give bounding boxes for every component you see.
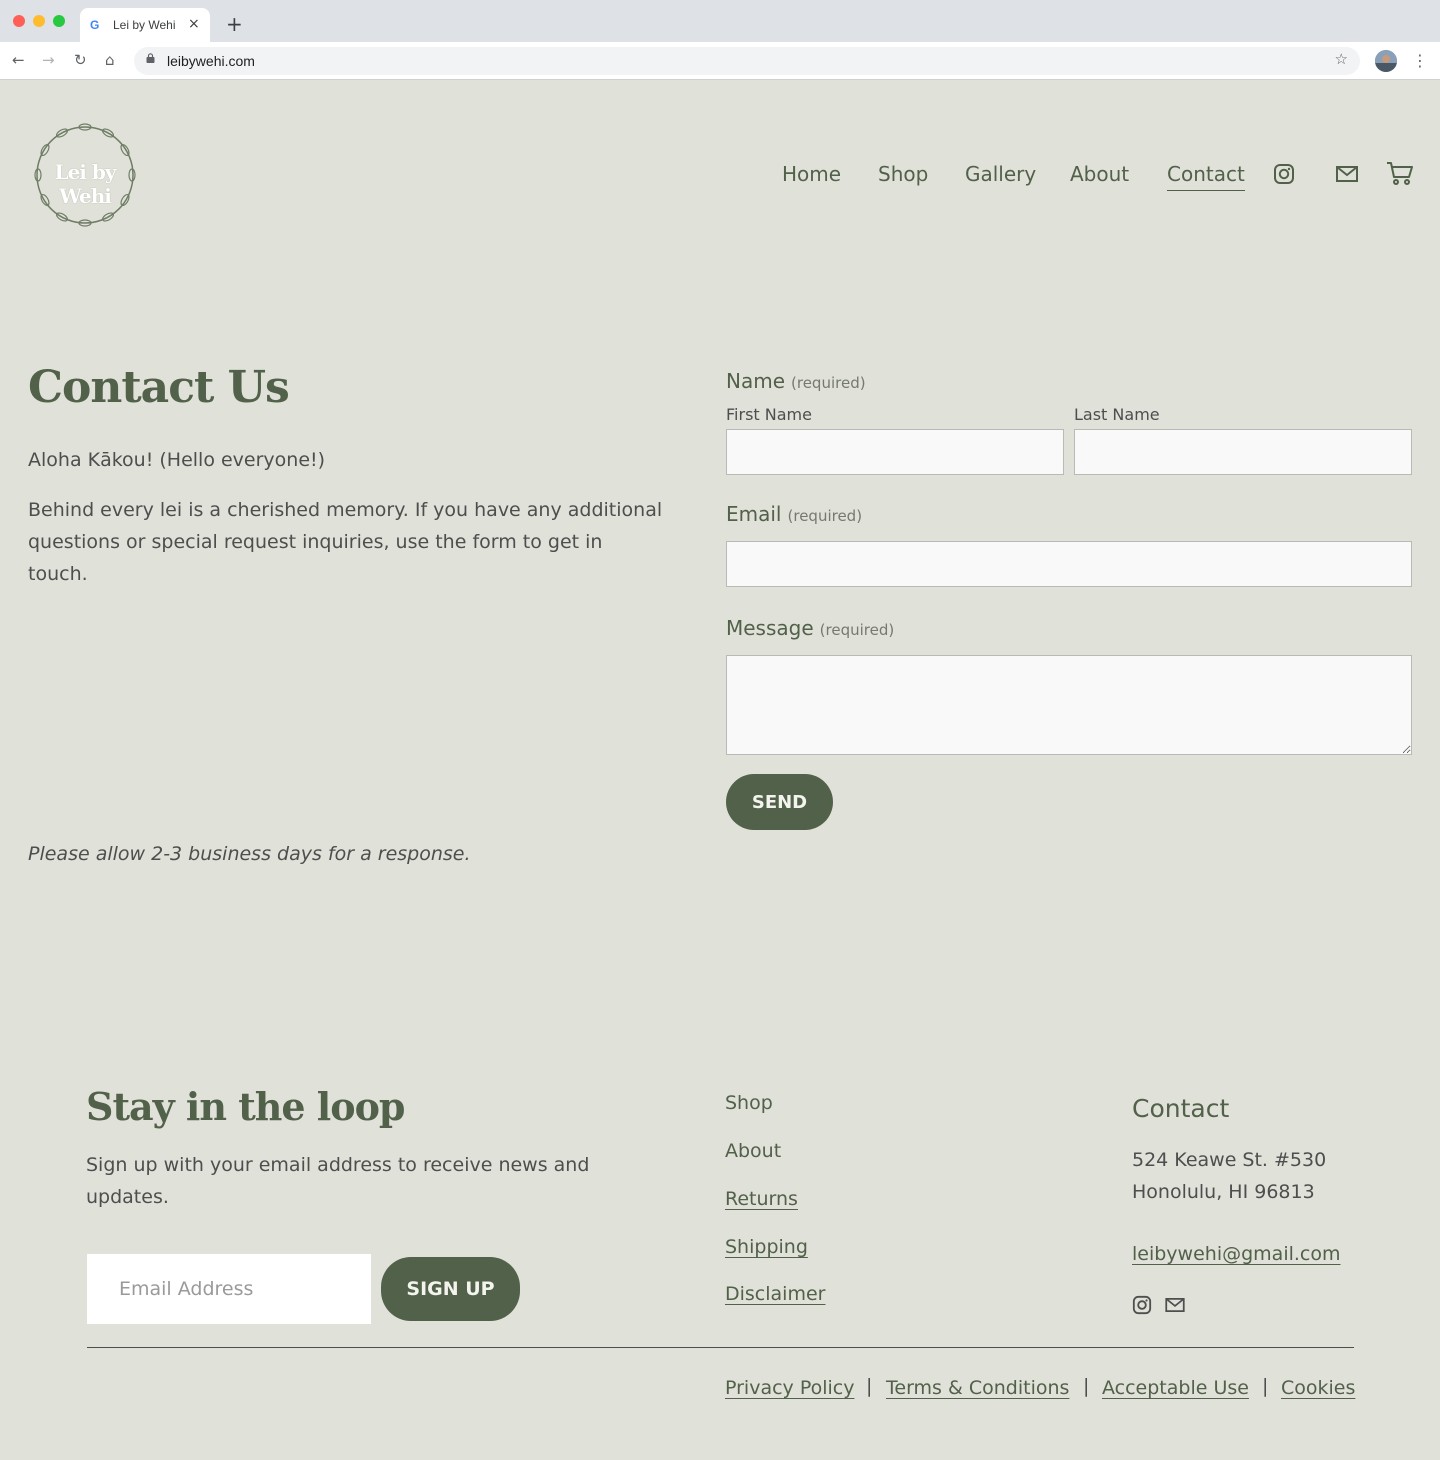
maximize-window-button[interactable] xyxy=(53,15,65,27)
newsletter-text: Sign up with your email address to recei… xyxy=(86,1154,590,1208)
footer-link-returns[interactable]: Returns xyxy=(725,1188,798,1210)
logo-text[interactable]: Lei by Wehi xyxy=(28,160,142,208)
google-favicon-icon: G xyxy=(90,18,100,32)
signup-button[interactable]: SIGN UP xyxy=(381,1257,520,1321)
last-name-field[interactable] xyxy=(1074,429,1412,475)
new-tab-button[interactable]: + xyxy=(226,12,243,36)
email-label-text: Email xyxy=(726,502,782,526)
footer-divider xyxy=(87,1347,1354,1348)
address-line-1: 524 Keawe St. #530 xyxy=(1132,1149,1327,1171)
name-label: Name (required) xyxy=(726,369,866,393)
response-note: Please allow 2-3 business days for a res… xyxy=(28,843,471,865)
nav-gallery[interactable]: Gallery xyxy=(965,162,1036,186)
reload-icon[interactable]: ↻ xyxy=(74,51,87,69)
legal-separator: | xyxy=(1083,1375,1090,1397)
required-tag: (required) xyxy=(791,374,866,392)
lock-icon xyxy=(146,53,155,63)
footer-link-shop[interactable]: Shop xyxy=(725,1092,773,1114)
address-line-2: Honolulu, HI 96813 xyxy=(1132,1181,1315,1203)
footer-link-disclaimer[interactable]: Disclaimer xyxy=(725,1283,825,1305)
tab-title: Lei by Wehi xyxy=(113,18,176,32)
footer-mail-icon[interactable] xyxy=(1165,1298,1185,1312)
forward-icon[interactable]: → xyxy=(42,51,55,69)
footer-link-shipping[interactable]: Shipping xyxy=(725,1236,808,1258)
tab-close-icon[interactable]: × xyxy=(188,16,200,32)
message-label: Message (required) xyxy=(726,616,894,640)
footer-link-about[interactable]: About xyxy=(725,1140,781,1162)
greeting-text: Aloha Kākou! (Hello everyone!) xyxy=(28,449,326,471)
browser-menu-icon[interactable]: ⋮ xyxy=(1412,51,1428,70)
email-label: Email (required) xyxy=(726,502,862,526)
bookmark-star-icon[interactable]: ☆ xyxy=(1335,50,1348,68)
nav-home[interactable]: Home xyxy=(782,162,841,186)
privacy-policy-link[interactable]: Privacy Policy xyxy=(725,1377,854,1399)
close-window-button[interactable] xyxy=(13,15,25,27)
name-label-text: Name xyxy=(726,369,786,393)
back-icon[interactable]: ← xyxy=(12,51,25,69)
send-button[interactable]: SEND xyxy=(726,774,833,830)
message-field[interactable] xyxy=(726,655,1412,755)
minimize-window-button[interactable] xyxy=(33,15,45,27)
url-text: leibywehi.com xyxy=(167,53,255,69)
address-bar[interactable]: leibywehi.com ☆ xyxy=(134,47,1360,75)
page-title: Contact Us xyxy=(28,362,290,413)
nav-shop[interactable]: Shop xyxy=(878,162,928,186)
browser-toolbar: ← → ↻ ⌂ leibywehi.com ☆ xyxy=(0,42,1440,80)
mail-icon[interactable] xyxy=(1336,166,1358,182)
browser-tab[interactable]: G Lei by Wehi × xyxy=(80,8,210,42)
nav-about[interactable]: About xyxy=(1070,162,1129,186)
instagram-icon[interactable] xyxy=(1273,163,1295,185)
footer-contact-title: Contact xyxy=(1132,1094,1230,1123)
terms-link[interactable]: Terms & Conditions xyxy=(886,1377,1069,1399)
newsletter-email-input[interactable] xyxy=(87,1254,371,1324)
message-label-text: Message xyxy=(726,616,814,640)
description-text: Behind every lei is a cherished memory. … xyxy=(28,499,663,585)
footer-instagram-icon[interactable] xyxy=(1132,1295,1152,1315)
cart-icon[interactable] xyxy=(1386,161,1414,187)
legal-separator: | xyxy=(1262,1375,1269,1397)
first-name-label: First Name xyxy=(726,405,812,424)
newsletter-title: Stay in the loop xyxy=(86,1084,406,1129)
email-field[interactable] xyxy=(726,541,1412,587)
legal-separator: | xyxy=(866,1375,873,1397)
profile-avatar[interactable] xyxy=(1375,50,1397,72)
required-tag: (required) xyxy=(787,507,863,525)
home-icon[interactable]: ⌂ xyxy=(105,51,115,69)
cookies-link[interactable]: Cookies xyxy=(1281,1377,1355,1399)
first-name-field[interactable] xyxy=(726,429,1064,475)
footer-email-link[interactable]: leibywehi@gmail.com xyxy=(1132,1243,1341,1265)
browser-chrome: G Lei by Wehi × + ← → ↻ ⌂ leibywehi.com … xyxy=(0,0,1440,80)
required-tag: (required) xyxy=(819,621,895,639)
acceptable-use-link[interactable]: Acceptable Use xyxy=(1102,1377,1249,1399)
footer-address: 524 Keawe St. #530 Honolulu, HI 96813 xyxy=(1132,1144,1326,1208)
last-name-label: Last Name xyxy=(1074,405,1160,424)
nav-contact[interactable]: Contact xyxy=(1167,162,1245,191)
